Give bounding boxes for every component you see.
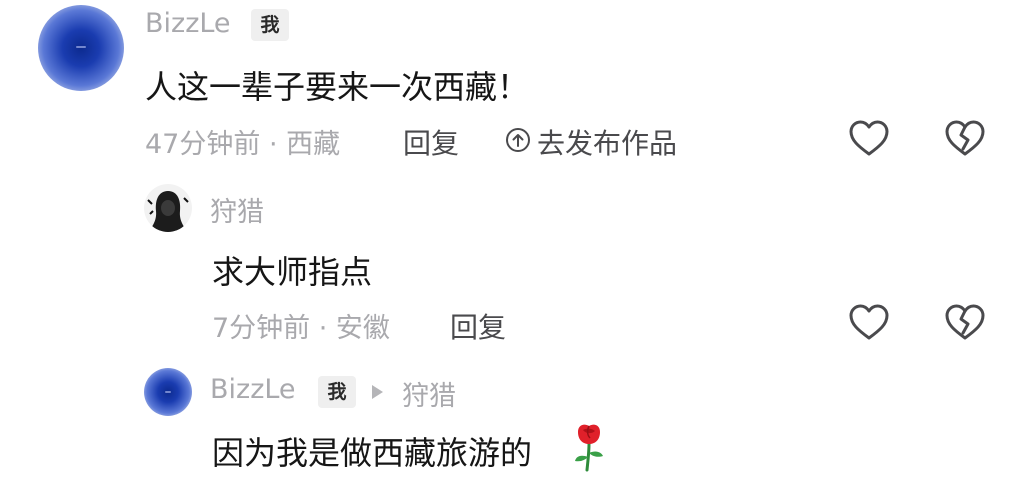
comment-text: 人这一辈子要来一次西藏！ <box>145 68 530 106</box>
author-name[interactable]: BizzLe <box>145 8 231 39</box>
reply-button[interactable]: 回复 <box>403 122 459 162</box>
arrow-up-circle-icon <box>506 128 530 152</box>
heart-outline-icon[interactable] <box>848 302 890 344</box>
hooded-figure-icon <box>144 184 192 232</box>
author-name[interactable]: BizzLe <box>210 374 296 405</box>
comment-text: 求大师指点 <box>212 253 373 291</box>
timestamp-location: 47分钟前 · 西藏 <box>145 129 341 160</box>
timestamp-location: 7分钟前 · 安徽 <box>212 313 390 344</box>
comment-text: 因为我是做西藏旅游的 <box>212 434 533 472</box>
triangle-right-icon <box>372 385 383 399</box>
heart-outline-icon[interactable] <box>848 118 890 160</box>
reply-button[interactable]: 回复 <box>450 306 506 346</box>
rose-emoji-icon <box>575 424 603 472</box>
publish-work-label: 去发布作品 <box>537 127 678 160</box>
avatar[interactable] <box>144 184 192 232</box>
broken-heart-icon[interactable] <box>944 118 986 160</box>
self-badge: 我 <box>318 376 356 408</box>
author-name[interactable]: 狩猎 <box>210 190 264 229</box>
self-badge: 我 <box>251 9 289 41</box>
reply-target-name[interactable]: 狩猎 <box>402 374 456 413</box>
avatar[interactable] <box>144 368 192 416</box>
broken-heart-icon[interactable] <box>944 302 986 344</box>
avatar[interactable] <box>38 5 124 91</box>
